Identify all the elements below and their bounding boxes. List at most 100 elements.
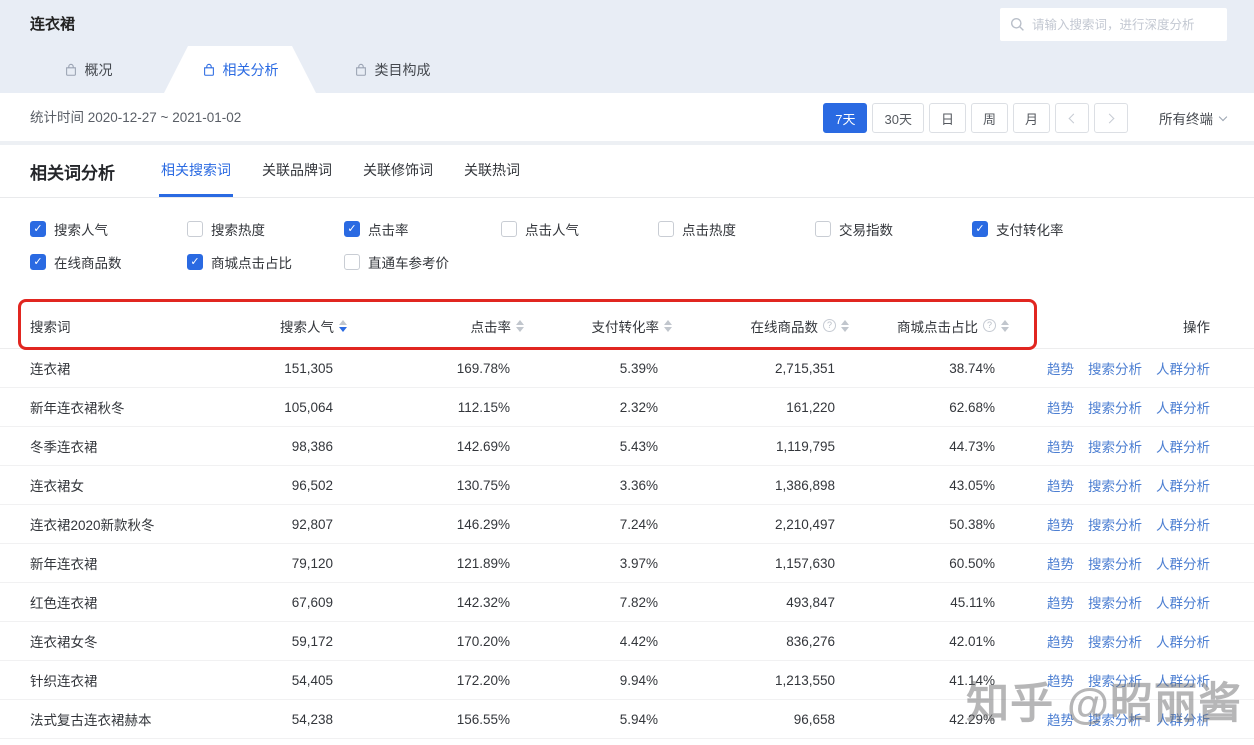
action-link[interactable]: 搜索分析 xyxy=(1088,553,1142,573)
action-link[interactable]: 趋势 xyxy=(1047,436,1074,456)
col-online-items[interactable]: 在线商品数 xyxy=(672,316,849,336)
col-conversion[interactable]: 支付转化率 xyxy=(524,316,672,336)
filter-item[interactable]: 搜索人气 xyxy=(30,219,187,239)
checkbox-icon[interactable] xyxy=(658,221,674,237)
action-link[interactable]: 趋势 xyxy=(1047,397,1074,417)
action-link[interactable]: 人群分析 xyxy=(1156,514,1210,534)
filter-item[interactable]: 交易指数 xyxy=(815,219,972,239)
action-link[interactable]: 人群分析 xyxy=(1156,358,1210,378)
value-cell: 105,064 xyxy=(250,400,347,415)
action-link[interactable]: 搜索分析 xyxy=(1088,436,1142,456)
col-search-popularity[interactable]: 搜索人气 xyxy=(250,316,347,336)
action-link[interactable]: 人群分析 xyxy=(1156,709,1210,729)
value-cell: 38.74% xyxy=(849,361,1009,376)
subtab-brand-words[interactable]: 关联品牌词 xyxy=(260,145,334,197)
action-link[interactable]: 人群分析 xyxy=(1156,397,1210,417)
sort-icon[interactable] xyxy=(841,320,849,332)
checkbox-icon[interactable] xyxy=(815,221,831,237)
action-link[interactable]: 人群分析 xyxy=(1156,631,1210,651)
subtab-related-search-words[interactable]: 相关搜索词 xyxy=(159,145,233,197)
action-link[interactable]: 搜索分析 xyxy=(1088,475,1142,495)
checkbox-icon[interactable] xyxy=(187,221,203,237)
range-day-button[interactable]: 日 xyxy=(929,103,966,133)
filter-item[interactable]: 商城点击占比 xyxy=(187,252,344,272)
filter-item[interactable]: 点击人气 xyxy=(501,219,658,239)
value-cell: 2,715,351 xyxy=(672,361,849,376)
subtabs: 相关搜索词 关联品牌词 关联修饰词 关联热词 xyxy=(159,145,522,197)
action-link[interactable]: 人群分析 xyxy=(1156,553,1210,573)
filter-item[interactable]: 直通车参考价 xyxy=(344,252,501,272)
action-link[interactable]: 趋势 xyxy=(1047,553,1074,573)
col-label: 支付转化率 xyxy=(592,316,660,336)
value-cell: 130.75% xyxy=(347,478,524,493)
action-link[interactable]: 人群分析 xyxy=(1156,592,1210,612)
help-icon[interactable] xyxy=(823,319,836,332)
tab-category-composition[interactable]: 类目构成 xyxy=(316,46,468,93)
tab-overview[interactable]: 概况 xyxy=(12,46,164,93)
page-title: 连衣裙 xyxy=(30,13,75,34)
sort-icon[interactable] xyxy=(339,320,347,332)
keyword-search-box[interactable] xyxy=(1000,8,1227,41)
action-link[interactable]: 趋势 xyxy=(1047,358,1074,378)
checkbox-icon[interactable] xyxy=(30,254,46,270)
value-cell: 170.20% xyxy=(347,634,524,649)
sort-icon[interactable] xyxy=(516,320,524,332)
range-week-button[interactable]: 周 xyxy=(971,103,1008,133)
action-link[interactable]: 搜索分析 xyxy=(1088,397,1142,417)
next-period-button[interactable] xyxy=(1094,103,1128,133)
filter-item[interactable]: 点击热度 xyxy=(658,219,815,239)
value-cell: 5.39% xyxy=(524,361,672,376)
filter-item[interactable]: 点击率 xyxy=(344,219,501,239)
keyword-cell: 连衣裙 xyxy=(30,358,250,378)
sort-icon[interactable] xyxy=(1001,320,1009,332)
action-link[interactable]: 搜索分析 xyxy=(1088,709,1142,729)
checkbox-icon[interactable] xyxy=(501,221,517,237)
value-cell: 142.69% xyxy=(347,439,524,454)
action-link[interactable]: 趋势 xyxy=(1047,475,1074,495)
action-link[interactable]: 人群分析 xyxy=(1156,670,1210,690)
filter-item[interactable]: 支付转化率 xyxy=(972,219,1129,239)
action-link[interactable]: 人群分析 xyxy=(1156,475,1210,495)
prev-period-button[interactable] xyxy=(1055,103,1089,133)
checkbox-icon[interactable] xyxy=(972,221,988,237)
range-7d-button[interactable]: 7天 xyxy=(823,103,867,133)
action-link[interactable]: 搜索分析 xyxy=(1088,514,1142,534)
filter-item[interactable]: 搜索热度 xyxy=(187,219,344,239)
action-link[interactable]: 趋势 xyxy=(1047,670,1074,690)
terminal-dropdown[interactable]: 所有终端 xyxy=(1159,108,1226,128)
action-link[interactable]: 趋势 xyxy=(1047,709,1074,729)
col-keyword: 搜索词 xyxy=(30,316,250,336)
range-month-button[interactable]: 月 xyxy=(1013,103,1050,133)
action-link[interactable]: 搜索分析 xyxy=(1088,592,1142,612)
action-link[interactable]: 趋势 xyxy=(1047,514,1074,534)
filter-item[interactable]: 在线商品数 xyxy=(30,252,187,272)
checkbox-icon[interactable] xyxy=(344,254,360,270)
tab-label: 相关分析 xyxy=(223,60,279,80)
action-link[interactable]: 趋势 xyxy=(1047,631,1074,651)
action-link[interactable]: 趋势 xyxy=(1047,592,1074,612)
value-cell: 7.82% xyxy=(524,595,672,610)
sort-icon[interactable] xyxy=(664,320,672,332)
value-cell: 54,238 xyxy=(250,712,347,727)
col-ctr[interactable]: 点击率 xyxy=(347,316,524,336)
subtab-hot-words[interactable]: 关联热词 xyxy=(462,145,522,197)
action-link[interactable]: 搜索分析 xyxy=(1088,670,1142,690)
help-icon[interactable] xyxy=(983,319,996,332)
range-30d-button[interactable]: 30天 xyxy=(872,103,923,133)
table-body: 连衣裙151,305169.78%5.39%2,715,35138.74%趋势搜… xyxy=(0,349,1254,739)
checkbox-icon[interactable] xyxy=(187,254,203,270)
screen: 连衣裙 概况 相关分析 xyxy=(0,0,1254,745)
checkbox-icon[interactable] xyxy=(344,221,360,237)
action-link[interactable]: 人群分析 xyxy=(1156,436,1210,456)
tab-related-analysis[interactable]: 相关分析 xyxy=(164,46,316,93)
action-link[interactable]: 搜索分析 xyxy=(1088,358,1142,378)
keyword-cell: 连衣裙2020新款秋冬 xyxy=(30,514,250,534)
main-content: 相关词分析 相关搜索词 关联品牌词 关联修饰词 关联热词 搜索人气搜索热度点击率… xyxy=(0,145,1254,739)
col-mall-click-share[interactable]: 商城点击占比 xyxy=(849,316,1009,336)
col-label: 在线商品数 xyxy=(751,316,819,336)
search-input[interactable] xyxy=(1032,18,1217,32)
subtab-modifier-words[interactable]: 关联修饰词 xyxy=(361,145,435,197)
checkbox-icon[interactable] xyxy=(30,221,46,237)
keyword-cell: 新年连衣裙 xyxy=(30,553,250,573)
action-link[interactable]: 搜索分析 xyxy=(1088,631,1142,651)
